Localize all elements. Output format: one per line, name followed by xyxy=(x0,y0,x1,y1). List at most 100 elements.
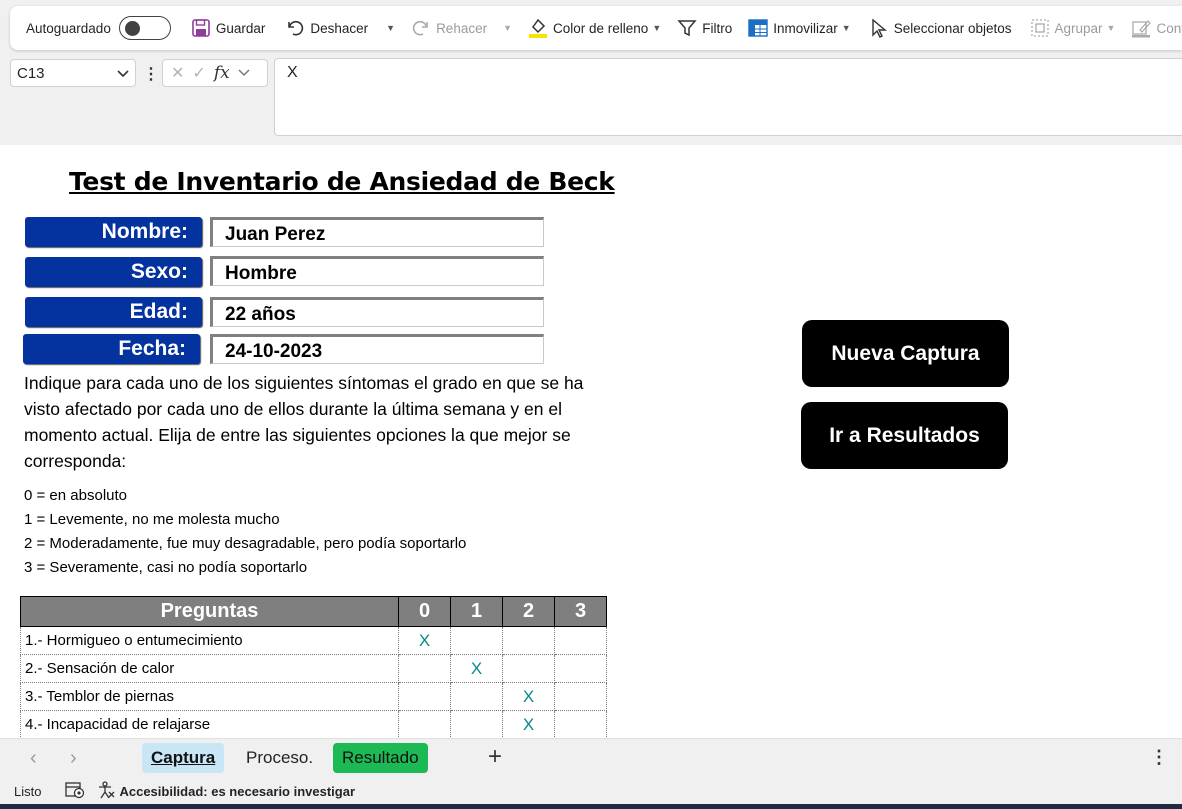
undo-label: Deshacer xyxy=(310,20,369,36)
border-button[interactable]: Contorno xyxy=(1125,12,1182,44)
question-cell[interactable]: 1.- Hormigueo o entumecimiento xyxy=(20,626,399,655)
group-button[interactable]: Agrupar ▼ xyxy=(1024,12,1122,44)
fx-chevron-icon[interactable] xyxy=(238,64,250,82)
answer-cell[interactable] xyxy=(554,626,607,655)
filter-label: Filtro xyxy=(702,20,733,36)
sex-label: Sexo: xyxy=(25,257,202,287)
confirm-entry-icon[interactable]: ✓ xyxy=(192,63,205,83)
fill-color-label: Color de relleno xyxy=(553,20,649,36)
fill-color-icon xyxy=(528,17,548,39)
formula-input[interactable]: X xyxy=(274,58,1182,136)
sex-value[interactable]: Hombre xyxy=(210,256,544,286)
fill-color-button[interactable]: Color de relleno ▼ xyxy=(522,12,667,44)
new-capture-button[interactable]: Nueva Captura xyxy=(802,320,1009,387)
options-list: 0 = en absoluto 1 = Levemente, no me mol… xyxy=(24,484,466,580)
autosave-control[interactable]: Autoguardado xyxy=(20,12,177,44)
group-chevron-icon[interactable]: ▼ xyxy=(1107,23,1116,33)
answer-cell[interactable] xyxy=(450,710,503,738)
insert-function-icon[interactable]: fx xyxy=(214,63,230,83)
name-value[interactable]: Juan Perez xyxy=(210,217,544,247)
name-box[interactable]: C13 xyxy=(10,59,136,87)
freeze-panes-icon xyxy=(748,18,768,38)
name-label: Nombre: xyxy=(25,217,202,247)
next-sheet-chevron-icon[interactable]: › xyxy=(70,747,77,770)
sheet-options-icon[interactable]: ⋮ xyxy=(1150,747,1168,768)
answer-cell[interactable] xyxy=(502,626,555,655)
formula-bar-options-icon[interactable]: ⋮ xyxy=(143,64,159,84)
answer-cell[interactable] xyxy=(398,682,451,711)
answer-cell[interactable] xyxy=(554,654,607,683)
table-row: 3.- Temblor de piernas X xyxy=(20,682,607,711)
autosave-toggle[interactable] xyxy=(118,16,171,40)
answer-cell[interactable]: X xyxy=(450,654,503,683)
worksheet[interactable]: Test de Inventario de Ansiedad de Beck N… xyxy=(0,145,1182,738)
tab-resultado[interactable]: Resultado xyxy=(333,743,428,773)
accessibility-text: Accesibilidad: es necesario investigar xyxy=(119,783,356,799)
answer-cell[interactable] xyxy=(502,654,555,683)
redo-label: Rehacer xyxy=(436,20,488,36)
select-objects-label: Seleccionar objetos xyxy=(893,20,1012,36)
header-questions: Preguntas xyxy=(20,596,399,627)
save-label: Guardar xyxy=(215,20,266,36)
undo-button[interactable]: Deshacer ▼ xyxy=(279,12,401,44)
answer-cell[interactable] xyxy=(450,626,503,655)
filter-button[interactable]: Filtro xyxy=(671,12,738,44)
formula-actions: ✕ ✓ fx xyxy=(162,59,268,87)
undo-dropdown-chevron-icon[interactable]: ▼ xyxy=(386,23,395,33)
tab-captura[interactable]: Captura xyxy=(142,743,225,773)
header-score-3: 3 xyxy=(554,596,607,627)
filter-icon xyxy=(677,18,697,38)
date-label: Fecha: xyxy=(23,334,200,364)
header-score-0: 0 xyxy=(398,596,451,627)
answer-cell[interactable]: X xyxy=(398,626,451,655)
question-cell[interactable]: 4.- Incapacidad de relajarse xyxy=(20,710,399,738)
freeze-panes-button[interactable]: Inmovilizar ▼ xyxy=(742,12,856,44)
freeze-panes-chevron-icon[interactable]: ▼ xyxy=(842,23,851,33)
option-1: 1 = Levemente, no me molesta mucho xyxy=(24,511,280,528)
autosave-label: Autoguardado xyxy=(26,20,111,36)
macro-record-icon[interactable] xyxy=(65,781,85,802)
age-label: Edad: xyxy=(25,297,202,327)
option-0: 0 = en absoluto xyxy=(24,487,128,504)
sheet-title: Test de Inventario de Ansiedad de Beck xyxy=(69,167,615,196)
answer-cell[interactable] xyxy=(450,682,503,711)
cancel-entry-icon[interactable]: ✕ xyxy=(171,63,184,83)
age-value[interactable]: 22 años xyxy=(210,297,544,327)
answer-cell[interactable] xyxy=(398,710,451,738)
answer-cell[interactable] xyxy=(398,654,451,683)
prev-sheet-chevron-icon[interactable]: ‹ xyxy=(30,747,37,770)
table-header-row: Preguntas 0 1 2 3 xyxy=(20,596,607,627)
tab-proceso[interactable]: Proceso. xyxy=(237,743,322,773)
save-icon xyxy=(191,18,211,38)
question-cell[interactable]: 2.- Sensación de calor xyxy=(20,654,399,683)
go-to-results-button[interactable]: Ir a Resultados xyxy=(801,402,1008,469)
cursor-arrow-icon xyxy=(869,18,889,38)
redo-button[interactable]: Rehacer ▼ xyxy=(405,12,518,44)
accessibility-icon xyxy=(97,780,115,802)
ribbon-toolbar: Autoguardado Guardar Deshacer ▼ Rehacer … xyxy=(10,6,1182,50)
answer-cell[interactable] xyxy=(554,710,607,738)
fill-color-chevron-icon[interactable]: ▼ xyxy=(652,23,661,33)
questions-table: Preguntas 0 1 2 3 1.- Hormigueo o entume… xyxy=(20,596,607,738)
add-sheet-icon[interactable]: + xyxy=(488,743,502,771)
status-bar: Listo Accesibilidad: es necesario invest… xyxy=(0,778,1182,804)
save-button[interactable]: Guardar xyxy=(185,12,272,44)
name-box-value: C13 xyxy=(17,64,45,82)
answer-cell[interactable]: X xyxy=(502,710,555,738)
question-cell[interactable]: 3.- Temblor de piernas xyxy=(20,682,399,711)
answer-cell[interactable] xyxy=(554,682,607,711)
table-row: 1.- Hormigueo o entumecimiento X xyxy=(20,626,607,655)
accessibility-status[interactable]: Accesibilidad: es necesario investigar xyxy=(97,780,356,802)
date-value[interactable]: 24-10-2023 xyxy=(210,334,544,364)
taskbar-edge xyxy=(0,804,1182,809)
name-box-chevron-icon[interactable] xyxy=(117,65,129,82)
redo-dropdown-chevron-icon[interactable]: ▼ xyxy=(503,23,512,33)
border-label: Contorno xyxy=(1156,20,1182,36)
select-objects-button[interactable]: Seleccionar objetos xyxy=(863,12,1018,44)
group-icon xyxy=(1030,18,1050,38)
answer-cell[interactable]: X xyxy=(502,682,555,711)
instructions-text: Indique para cada uno de los siguientes … xyxy=(24,373,584,471)
undo-icon xyxy=(285,18,305,38)
table-row: 4.- Incapacidad de relajarse X xyxy=(20,710,607,738)
border-pen-icon xyxy=(1131,18,1152,38)
